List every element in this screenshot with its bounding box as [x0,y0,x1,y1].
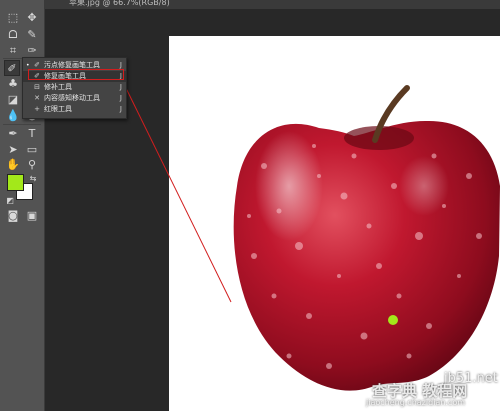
healing-brush-icon: ✐ [34,72,40,80]
content-aware-move-icon: ✕ [34,94,40,102]
flyout-item-shortcut: J [119,94,122,102]
flyout-item-shortcut: J [119,83,122,91]
flyout-item-patch[interactable]: ⊟ 修补工具 J [23,82,126,93]
flyout-item-label: 红眼工具 [44,105,72,113]
flyout-item-label: 修补工具 [44,83,72,91]
flyout-item-label: 内容感知移动工具 [44,94,100,102]
healing-tools-flyout: • ✐ 污点修复画笔工具 J ✐ 修复画笔工具 J ⊟ 修补工具 J ✕ 内容感… [22,57,127,119]
spot-healing-brush-icon: ✐ [34,61,40,69]
flyout-item-label: 污点修复画笔工具 [44,61,100,69]
flyout-item-healing-brush[interactable]: ✐ 修复画笔工具 J [23,71,126,82]
flyout-item-shortcut: J [119,105,122,113]
flyout-item-spot-healing[interactable]: • ✐ 污点修复画笔工具 J [23,60,126,71]
active-tool-bullet: • [26,62,30,69]
red-eye-icon: + [34,105,40,113]
flyout-item-shortcut: J [119,72,122,80]
flyout-item-red-eye[interactable]: + 红眼工具 J [23,104,126,115]
flyout-item-shortcut: J [119,61,122,69]
flyout-item-content-aware-move[interactable]: ✕ 内容感知移动工具 J [23,93,126,104]
patch-icon: ⊟ [34,83,40,91]
watermark-url: jiaocheng.chazidian.com [366,398,466,407]
foreground-color-swatch[interactable] [7,174,24,191]
flyout-item-label: 修复画笔工具 [44,72,86,80]
